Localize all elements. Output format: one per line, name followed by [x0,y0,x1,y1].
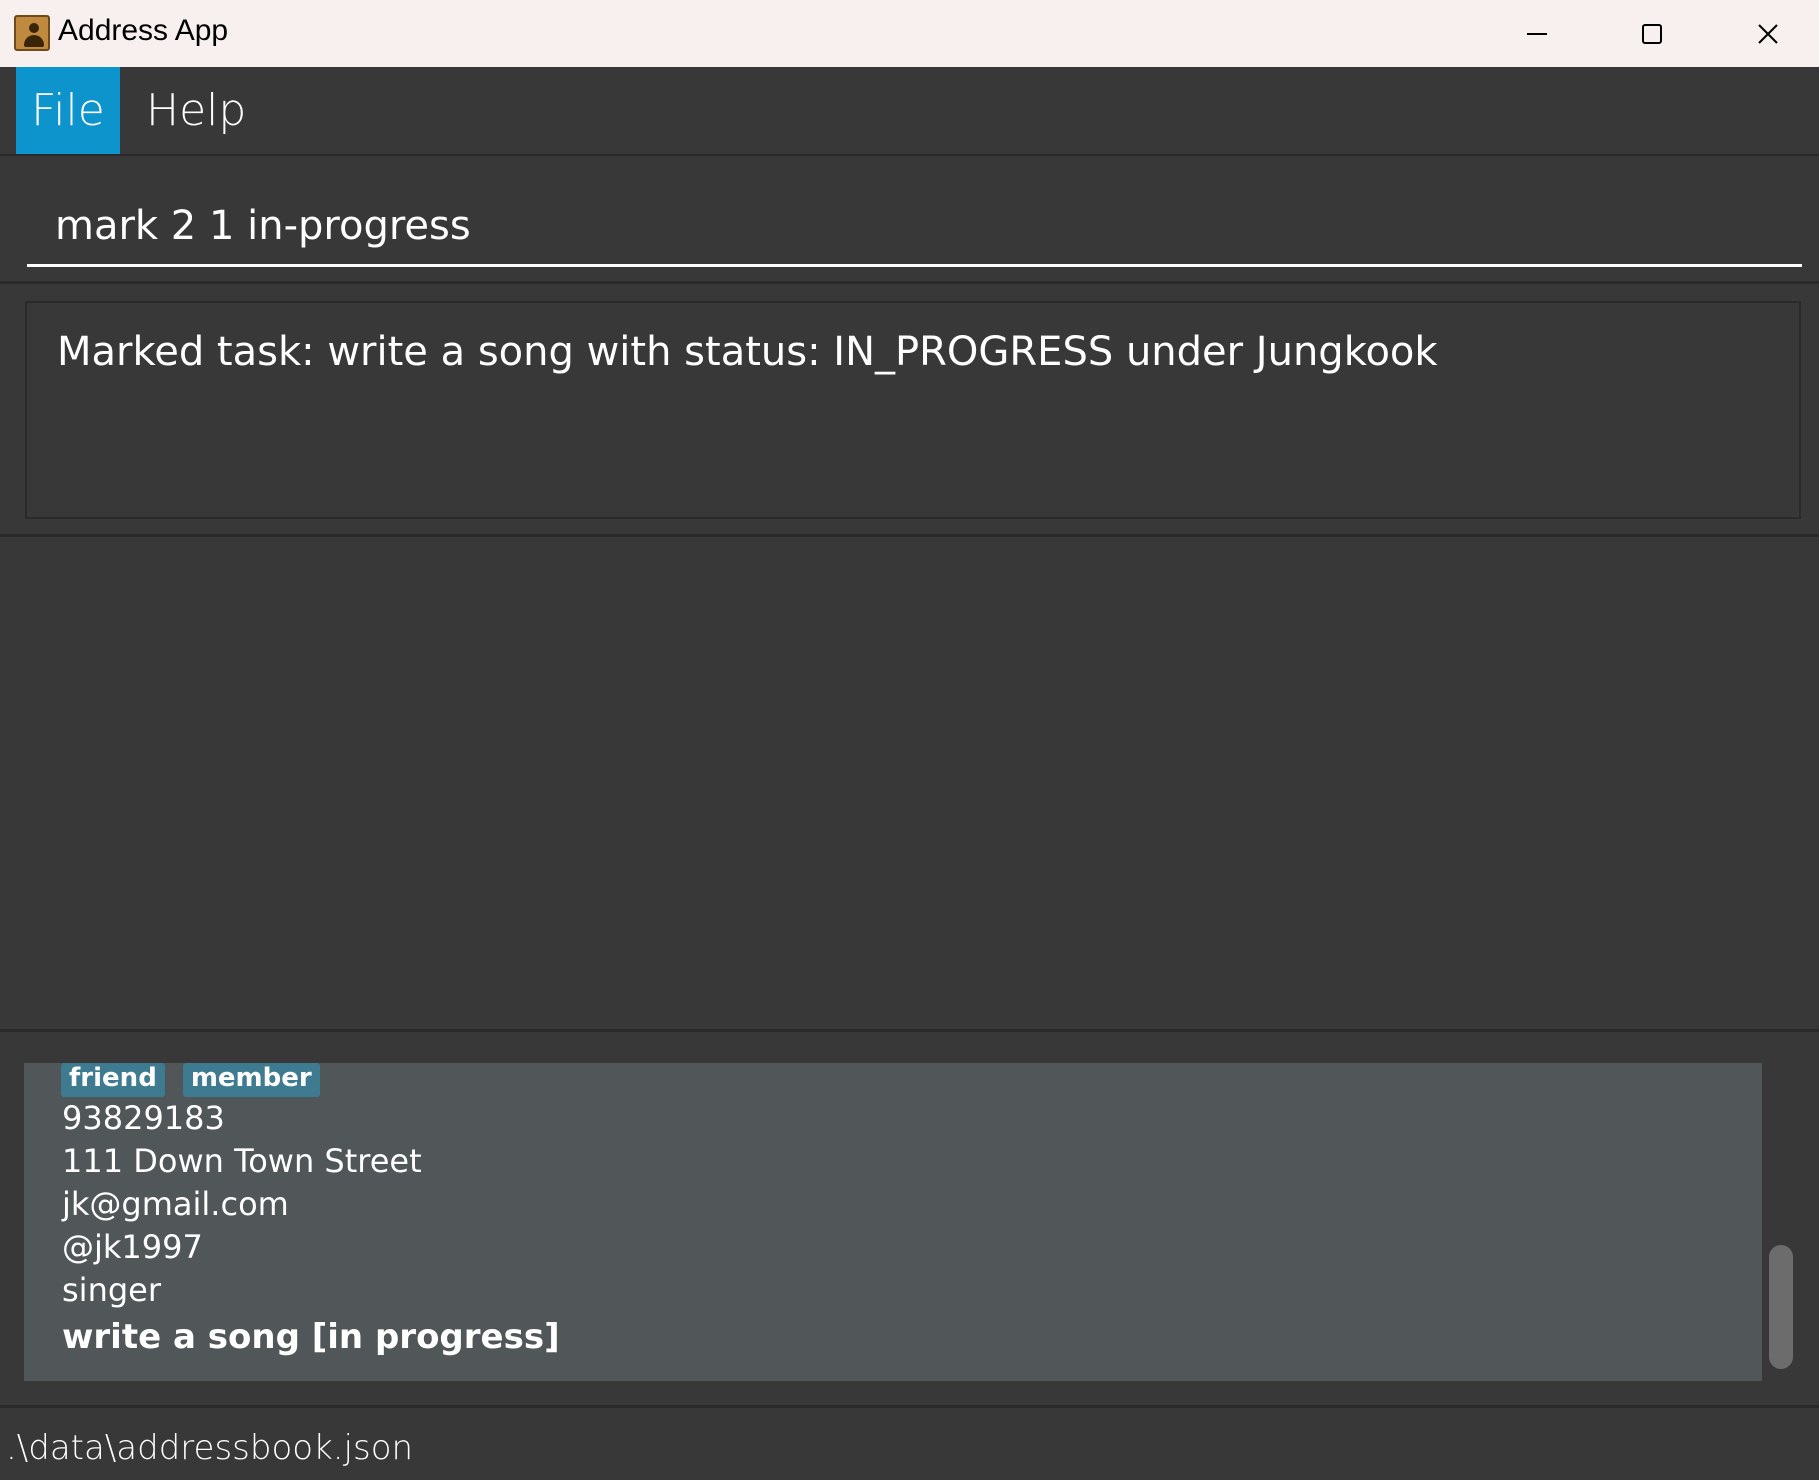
person-phone: 93829183 [62,1099,225,1137]
close-button[interactable] [1710,0,1819,67]
tag-member: member [182,1063,320,1097]
command-box [0,157,1819,284]
close-icon [1758,23,1778,44]
result-message: Marked task: write a song with status: I… [57,329,1438,375]
address-book-icon [14,15,50,51]
person-role: singer [62,1271,161,1309]
save-file-path: .\data\addressbook.json [6,1428,414,1468]
result-display: Marked task: write a song with status: I… [0,287,1819,537]
command-input[interactable] [27,187,1802,267]
person-address: 111 Down Town Street [62,1142,422,1180]
maximize-icon [1642,23,1662,44]
person-card[interactable]: friend member 93829183 111 Down Town Str… [24,1063,1762,1381]
minimize-button[interactable] [1479,0,1595,67]
menu-help[interactable]: Help [124,67,268,154]
menu-file[interactable]: File [16,67,120,154]
person-task: write a song [in progress] [62,1317,560,1357]
minimize-icon [1527,32,1547,35]
tag-list: friend member [61,1063,320,1097]
title-bar: Address App [0,0,1819,67]
empty-panel [0,540,1819,1032]
tag-friend: friend [61,1063,165,1097]
menu-bar: File Help [0,67,1819,156]
person-email: jk@gmail.com [62,1185,289,1223]
result-text-area[interactable]: Marked task: write a song with status: I… [25,301,1801,519]
status-bar: .\data\addressbook.json [0,1405,1819,1480]
person-list[interactable]: friend member 93829183 111 Down Town Str… [0,1035,1819,1405]
list-scrollbar[interactable] [1769,1245,1793,1369]
window-title: Address App [58,14,229,47]
maximize-button[interactable] [1594,0,1710,67]
person-handle: @jk1997 [62,1228,203,1266]
